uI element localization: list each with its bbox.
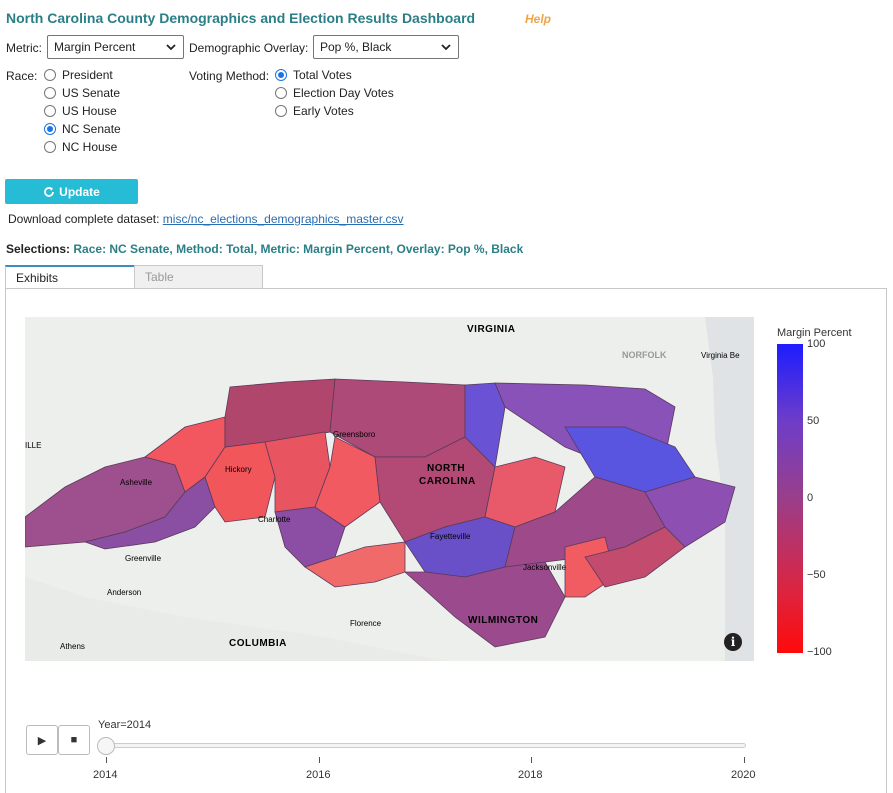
method-option-total[interactable]: Total Votes [275, 66, 394, 84]
metric-select-value: Margin Percent [54, 40, 136, 54]
map-label-norfolk: NORFOLK [622, 350, 667, 360]
map-label-charlotte: Charlotte [258, 515, 291, 524]
map-label-virginia: VIRGINIA [467, 324, 515, 335]
colorbar-tick: 100 [807, 338, 826, 350]
method-radio-group: Total Votes Election Day Votes Early Vot… [275, 66, 394, 120]
race-option-label: US Senate [62, 86, 121, 100]
colorbar [777, 344, 803, 653]
map-label-carolina: CAROLINA [419, 476, 476, 487]
radio-selected-icon[interactable] [44, 123, 56, 135]
refresh-icon [44, 186, 55, 197]
year-tick-mark [319, 757, 320, 763]
year-tick-label[interactable]: 2018 [518, 769, 542, 781]
download-link[interactable]: misc/nc_elections_demographics_master.cs… [163, 212, 404, 226]
radio-selected-icon[interactable] [275, 69, 287, 81]
race-option-nc-house[interactable]: NC House [44, 138, 121, 156]
selections-value: Race: NC Senate, Method: Total, Metric: … [73, 242, 524, 256]
radio-icon[interactable] [44, 69, 56, 81]
tab-exhibits[interactable]: Exhibits [5, 265, 135, 289]
download-row: Download complete dataset: misc/nc_elect… [8, 212, 404, 226]
selections-prefix: Selections: [6, 242, 71, 256]
year-tick-label[interactable]: 2016 [306, 769, 330, 781]
map-label-hickory: Hickory [225, 465, 252, 474]
race-option-us-senate[interactable]: US Senate [44, 84, 121, 102]
year-tick-mark [531, 757, 532, 763]
play-button[interactable]: ▶ [26, 725, 58, 755]
colorbar-tick: −50 [807, 569, 826, 581]
map-label-anderson: Anderson [107, 588, 141, 597]
page-title: North Carolina County Demographics and E… [6, 10, 476, 26]
help-link[interactable]: Help [525, 12, 551, 26]
chevron-down-icon [166, 44, 176, 51]
year-slider-track[interactable] [100, 743, 746, 748]
map-label-ville: ILLE [25, 441, 41, 450]
race-option-label: NC Senate [62, 122, 121, 136]
download-prefix: Download complete dataset: [8, 212, 160, 226]
radio-icon[interactable] [275, 105, 287, 117]
colorbar-tick: 0 [807, 492, 814, 504]
method-label: Voting Method: [189, 69, 270, 83]
colorbar-tick: 50 [807, 415, 820, 427]
method-option-label: Early Votes [293, 104, 354, 118]
race-option-us-house[interactable]: US House [44, 102, 121, 120]
map-label-wilmington: WILMINGTON [468, 615, 538, 626]
map-label-virginia-beach: Virginia Be [701, 351, 740, 360]
method-option-label: Total Votes [293, 68, 352, 82]
race-option-label: President [62, 68, 113, 82]
colorbar-tick: −100 [807, 646, 832, 658]
year-slider-label: Year=2014 [98, 719, 152, 731]
update-button-label: Update [59, 184, 100, 199]
radio-icon[interactable] [44, 141, 56, 153]
choropleth-map[interactable]: VIRGINIA NORFOLK Virginia Be ILLE Greens… [25, 317, 754, 661]
race-label: Race: [6, 69, 38, 83]
info-icon[interactable]: i [724, 633, 742, 651]
year-tick-mark [106, 757, 107, 763]
race-option-label: US House [62, 104, 117, 118]
play-icon: ▶ [37, 734, 47, 747]
metric-label: Metric: [6, 41, 42, 55]
radio-icon[interactable] [44, 87, 56, 99]
tab-table[interactable]: Table [134, 265, 263, 289]
map-label-jacksonville: Jacksonville [523, 563, 567, 572]
metric-select[interactable]: Margin Percent [47, 35, 184, 59]
overlay-select-value: Pop %, Black [320, 40, 392, 54]
method-option-early[interactable]: Early Votes [275, 102, 394, 120]
overlay-select[interactable]: Pop %, Black [313, 35, 459, 59]
map-svg: VIRGINIA NORFOLK Virginia Be ILLE Greens… [25, 317, 754, 661]
chevron-down-icon [441, 44, 451, 51]
map-label-greensboro: Greensboro [333, 430, 376, 439]
map-label-columbia: COLUMBIA [229, 638, 287, 649]
method-option-label: Election Day Votes [293, 86, 394, 100]
year-tick-label[interactable]: 2014 [93, 769, 117, 781]
stop-icon: ■ [70, 734, 78, 746]
race-radio-group: President US Senate US House NC Senate N… [44, 66, 121, 156]
year-tick-label[interactable]: 2020 [731, 769, 755, 781]
map-label-athens: Athens [60, 642, 85, 651]
race-option-president[interactable]: President [44, 66, 121, 84]
overlay-label: Demographic Overlay: [189, 41, 309, 55]
map-label-florence: Florence [350, 619, 382, 628]
update-button[interactable]: Update [5, 179, 138, 204]
map-label-asheville: Asheville [120, 478, 153, 487]
radio-icon[interactable] [44, 105, 56, 117]
map-label-greenville: Greenville [125, 554, 162, 563]
selections-summary: Selections: Race: NC Senate, Method: Tot… [6, 242, 523, 256]
race-option-label: NC House [62, 140, 118, 154]
race-option-nc-senate[interactable]: NC Senate [44, 120, 121, 138]
method-option-election-day[interactable]: Election Day Votes [275, 84, 394, 102]
year-tick-mark [744, 757, 745, 763]
radio-icon[interactable] [275, 87, 287, 99]
stop-button[interactable]: ■ [58, 725, 90, 755]
year-slider-handle[interactable] [97, 737, 115, 755]
map-label-fayetteville: Fayetteville [430, 532, 471, 541]
map-label-north: NORTH [427, 463, 465, 474]
